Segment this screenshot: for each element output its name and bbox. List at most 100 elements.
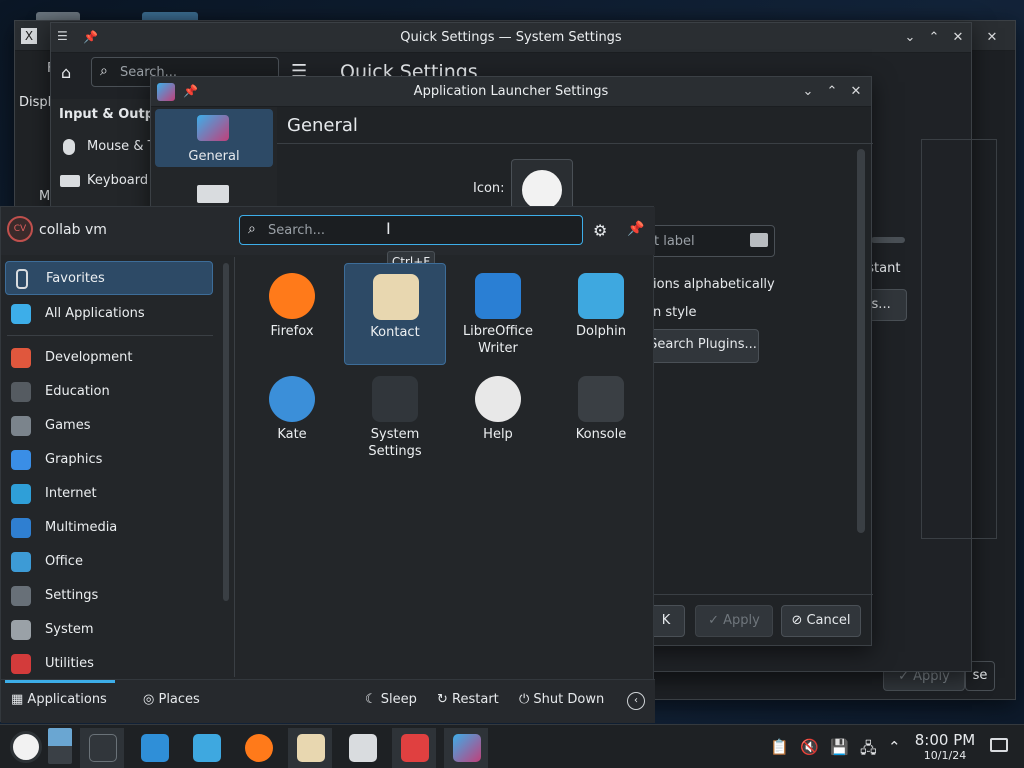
applications-tab[interactable]: ▦ Applications — [11, 692, 107, 707]
clock-time[interactable]: 8:00 PM — [912, 731, 978, 749]
category-list: Favorites All Applications Development Educ… — [1, 257, 231, 677]
category-label: Settings — [45, 588, 99, 603]
taskbar-launcher-settings[interactable] — [444, 728, 488, 768]
text-label-input[interactable]: t label — [645, 225, 775, 257]
chevron-up-icon[interactable]: ⌃ — [888, 738, 901, 756]
storage-icon[interactable]: 💾 — [830, 738, 849, 756]
app-tile[interactable]: LibreOffice Writer — [447, 263, 549, 365]
nav-item-general[interactable]: General — [155, 109, 273, 167]
power-icon: ⏻ — [519, 692, 534, 707]
app-tile[interactable]: Kate — [241, 366, 343, 468]
text-label-placeholder: t label — [654, 234, 695, 249]
category-label: Development — [45, 350, 133, 365]
taskbar-kontact[interactable] — [288, 728, 332, 768]
app-tile[interactable]: System Settings — [344, 366, 446, 468]
pin-icon[interactable]: 📌 — [627, 221, 644, 237]
back-slider-track[interactable] — [871, 237, 905, 243]
category-item[interactable]: Internet — [5, 477, 213, 511]
close-icon[interactable]: ✕ — [983, 29, 1001, 47]
x-app-icon: X — [21, 28, 37, 44]
app-label: Help — [483, 427, 513, 442]
archive-icon — [349, 734, 377, 762]
category-icon — [11, 654, 31, 674]
clipboard-icon[interactable]: 📋 — [770, 738, 789, 756]
firefox-icon — [245, 734, 273, 762]
close-icon[interactable]: ✕ — [949, 29, 967, 47]
option-style[interactable]: n style — [653, 305, 697, 320]
sleep-button[interactable]: ☾ Sleep — [365, 692, 417, 707]
category-item[interactable]: Settings — [5, 579, 213, 613]
app-tile[interactable]: Kontact — [344, 263, 446, 365]
category-item[interactable]: Education — [5, 375, 213, 409]
show-desktop-icon[interactable] — [48, 728, 72, 764]
launcher-search-input[interactable]: ⌕ Search... I — [239, 215, 583, 245]
cancel-button[interactable]: ⊘ Cancel — [781, 605, 861, 637]
app-icon — [269, 376, 315, 422]
restart-button[interactable]: ↻ Restart — [437, 692, 499, 707]
clock-date[interactable]: 10/1/24 — [912, 749, 978, 762]
maximize-icon[interactable]: ⌃ — [925, 29, 943, 47]
app-tile[interactable]: Konsole — [550, 366, 652, 468]
grid-icon: ▦ — [11, 692, 28, 707]
taskbar-ark[interactable] — [340, 728, 384, 768]
quick-settings-sidebar: Input & Output Mouse & T Keyboard — [51, 99, 170, 209]
configure-icon[interactable]: ⚙ — [593, 221, 607, 240]
app-tile[interactable]: Dolphin — [550, 263, 652, 365]
search-plugins-button[interactable]: Search Plugins... — [647, 329, 759, 363]
back-sidebar-m[interactable]: M — [39, 189, 50, 204]
avatar[interactable]: CV — [7, 216, 33, 242]
start-menu-button[interactable] — [10, 731, 42, 763]
peek-desktop-icon[interactable] — [990, 738, 1008, 752]
search-icon: ⌕ — [248, 221, 256, 237]
sidebar-item-mouse[interactable]: Mouse & T — [87, 139, 156, 154]
category-item[interactable]: Games — [5, 409, 213, 443]
category-item[interactable]: Graphics — [5, 443, 213, 477]
launcher-search-placeholder: Search... — [268, 223, 326, 238]
clear-icon[interactable] — [750, 233, 768, 247]
category-item[interactable]: Multimedia — [5, 511, 213, 545]
vnc-icon — [401, 734, 429, 762]
taskbar-firefox[interactable] — [236, 728, 280, 768]
sidebar-item-keyboard[interactable]: Keyboard — [87, 173, 148, 188]
settings-scrollbar[interactable] — [857, 149, 865, 533]
category-item[interactable]: All Applications — [5, 297, 213, 331]
network-icon[interactable]: 🖧 — [860, 738, 877, 763]
taskbar-vnc[interactable] — [392, 728, 436, 768]
mouse-icon — [63, 139, 75, 155]
search-icon: ⌕ — [100, 63, 108, 79]
category-label: System — [45, 622, 94, 637]
category-item[interactable]: System — [5, 613, 213, 647]
volume-muted-icon[interactable]: 🔇 — [800, 738, 819, 756]
category-item[interactable]: Office — [5, 545, 213, 579]
quick-settings-content-frame — [921, 139, 997, 539]
category-icon — [11, 552, 31, 572]
taskbar-system-settings[interactable] — [80, 728, 124, 768]
home-icon[interactable]: ⌂ — [61, 63, 71, 82]
minimize-icon[interactable]: ⌄ — [799, 83, 817, 101]
app-label: Firefox — [270, 324, 314, 339]
back-sidebar-displ[interactable]: Displ — [19, 95, 51, 110]
application-launcher: CV collab vm ⌕ Search... I ⚙ 📌 Ctrl+F Fa… — [0, 206, 655, 723]
keyboard-icon[interactable] — [197, 185, 229, 203]
app-label: LibreOffice Writer — [462, 324, 534, 356]
close-icon[interactable]: ✕ — [847, 83, 865, 101]
app-tile[interactable]: Firefox — [241, 263, 343, 365]
minimize-icon[interactable]: ⌄ — [901, 29, 919, 47]
category-scrollbar[interactable] — [223, 263, 229, 601]
apply-button[interactable]: ✓ Apply — [695, 605, 773, 637]
maximize-icon[interactable]: ⌃ — [823, 83, 841, 101]
option-sort-alphabetically[interactable]: ions alphabetically — [653, 277, 775, 292]
launcher-settings-title: Application Launcher Settings — [413, 84, 609, 99]
shutdown-button[interactable]: ⏻ Shut Down — [519, 692, 604, 707]
quick-settings-title: Quick Settings — System Settings — [400, 30, 622, 45]
app-tile[interactable]: Help — [447, 366, 549, 468]
kontact-icon — [297, 734, 325, 762]
restart-icon: ↻ — [437, 692, 453, 707]
places-tab[interactable]: ◎ Places — [143, 692, 200, 707]
taskbar-discover[interactable] — [132, 728, 176, 768]
category-item[interactable]: Development — [5, 341, 213, 375]
category-item[interactable]: Utilities — [5, 647, 213, 677]
taskbar-dolphin[interactable] — [184, 728, 228, 768]
category-item[interactable]: Favorites — [5, 261, 213, 295]
more-options-icon[interactable]: ‹ — [627, 692, 645, 710]
